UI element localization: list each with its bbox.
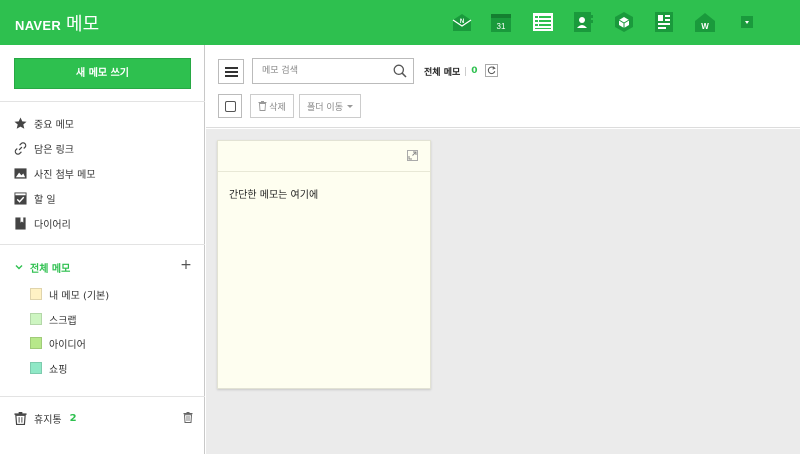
move-folder-label: 폴더 이동 xyxy=(307,102,343,113)
svg-text:W: W xyxy=(701,22,709,31)
sidebar-divider xyxy=(0,244,205,245)
memo-list-area: 간단한 메모는 여기에 xyxy=(206,129,800,454)
office-icon[interactable] xyxy=(653,11,675,33)
folder-label: 쇼핑 xyxy=(49,364,68,376)
calendar-icon[interactable]: 31 xyxy=(490,11,512,33)
folder-color-swatch xyxy=(30,288,42,300)
all-memo-header: 전체 메모 + xyxy=(14,258,194,275)
sidebar-item-photo[interactable]: 사진 첨부 메모 xyxy=(14,163,96,183)
sidebar-item-important[interactable]: 중요 메모 xyxy=(14,113,74,133)
new-memo-button[interactable]: 새 메모 쓰기 xyxy=(14,58,191,89)
checkbox-icon xyxy=(14,191,27,205)
more-icon[interactable] xyxy=(736,11,758,33)
search-box xyxy=(252,58,414,84)
top-header: NAVER 메모 N 31 W xyxy=(0,0,800,45)
sidebar-item-label: 할 일 xyxy=(34,194,56,206)
folder-color-swatch xyxy=(30,313,42,325)
folder-item[interactable]: 쇼핑 xyxy=(30,359,67,377)
folder-label: 아이디어 xyxy=(49,339,86,351)
add-folder-button[interactable]: + xyxy=(180,258,192,273)
total-memo-number: 0 xyxy=(471,66,478,76)
image-icon xyxy=(14,167,27,180)
folder-color-swatch xyxy=(30,337,42,349)
naver-memo-logo[interactable]: NAVER 메모 xyxy=(15,10,99,36)
all-memo-link[interactable]: 전체 메모 xyxy=(30,260,70,275)
empty-trash-icon[interactable] xyxy=(183,412,193,423)
total-memo-label: 전체 메모 xyxy=(424,67,461,78)
mail-icon[interactable]: N xyxy=(451,11,473,33)
checkbox-square xyxy=(225,101,236,112)
mybox-icon[interactable] xyxy=(613,11,635,33)
star-icon xyxy=(14,116,27,130)
separator xyxy=(465,66,467,76)
sidebar-item-label: 다이어리 xyxy=(34,219,71,231)
memo-placeholder-text[interactable]: 간단한 메모는 여기에 xyxy=(229,186,318,201)
folder-item[interactable]: 스크랩 xyxy=(30,310,77,328)
caret-down-icon xyxy=(346,104,353,108)
folder-label: 내 메모 (기본) xyxy=(49,290,110,302)
sidebar-item-label: 담은 링크 xyxy=(34,144,74,156)
total-memo-count: 전체 메모 0 xyxy=(424,64,478,78)
search-input[interactable] xyxy=(253,59,385,83)
search-icon[interactable] xyxy=(393,64,407,78)
memo-toolbar: 전체 메모 0 삭제 폴더 이동 xyxy=(206,45,800,128)
link-icon xyxy=(14,141,27,155)
quick-memo-card[interactable]: 간단한 메모는 여기에 xyxy=(217,140,431,389)
refresh-icon xyxy=(487,66,496,75)
chevron-down-icon[interactable] xyxy=(14,262,24,272)
trash-label: 휴지통 xyxy=(34,414,62,426)
delete-button[interactable]: 삭제 xyxy=(250,94,294,118)
sidebar-item-label: 사진 첨부 메모 xyxy=(34,169,96,181)
folder-label: 스크랩 xyxy=(49,315,77,327)
sidebar-divider xyxy=(0,396,205,397)
folder-item[interactable]: 내 메모 (기본) xyxy=(30,285,109,303)
folder-color-swatch xyxy=(30,362,42,374)
hamburger-icon xyxy=(225,67,238,69)
app-name: 메모 xyxy=(66,14,100,35)
trash-count: 2 xyxy=(69,412,77,424)
memo-card-header xyxy=(218,141,430,172)
sidebar-divider xyxy=(0,101,205,102)
delete-label: 삭제 xyxy=(269,102,286,113)
brand-text: NAVER xyxy=(15,18,62,33)
move-folder-button[interactable]: 폴더 이동 xyxy=(299,94,361,118)
sidebar-item-links[interactable]: 담은 링크 xyxy=(14,138,74,158)
trash-icon xyxy=(14,411,27,425)
sidebar: 새 메모 쓰기 중요 메모 담은 링크 사진 첨부 메모 할 일 다이어리 전체… xyxy=(0,45,205,454)
trash-icon xyxy=(258,101,267,111)
menu-toggle-button[interactable] xyxy=(218,59,244,84)
diary-icon xyxy=(14,216,27,230)
svg-text:N: N xyxy=(460,19,464,25)
folder-item[interactable]: 아이디어 xyxy=(30,334,86,352)
sidebar-item-label: 중요 메모 xyxy=(34,119,74,131)
sidebar-item-todo[interactable]: 할 일 xyxy=(14,188,56,208)
select-all-checkbox[interactable] xyxy=(218,94,242,118)
memo-icon[interactable] xyxy=(532,11,554,33)
refresh-button[interactable] xyxy=(485,64,498,77)
contacts-icon[interactable] xyxy=(572,11,594,33)
sidebar-item-diary[interactable]: 다이어리 xyxy=(14,213,71,233)
blog-icon[interactable]: W xyxy=(694,11,716,33)
expand-icon[interactable] xyxy=(407,150,418,161)
svg-text:31: 31 xyxy=(497,22,506,31)
trash-item[interactable]: 휴지통 2 xyxy=(14,409,77,427)
